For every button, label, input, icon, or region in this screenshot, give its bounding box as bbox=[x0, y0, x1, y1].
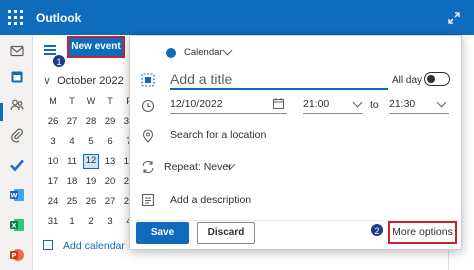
day-cell[interactable]: 19 bbox=[84, 176, 98, 187]
day-cell[interactable]: 1 bbox=[65, 216, 79, 227]
day-cell[interactable]: 13 bbox=[103, 156, 117, 167]
day-cell-selected[interactable]: 12 bbox=[83, 154, 99, 169]
description-icon bbox=[141, 193, 155, 207]
to-label: to bbox=[370, 99, 379, 111]
excel-icon[interactable]: X bbox=[9, 217, 25, 233]
discard-button[interactable]: Discard bbox=[197, 222, 255, 244]
day-cell[interactable]: 28 bbox=[84, 116, 98, 127]
weekday-label: M bbox=[49, 96, 57, 106]
word-icon[interactable]: W bbox=[9, 187, 25, 203]
weekday-label: W bbox=[86, 96, 96, 106]
svg-text:X: X bbox=[11, 222, 16, 230]
add-calendar-label: Add calendar bbox=[63, 240, 125, 252]
day-cell[interactable]: 10 bbox=[46, 156, 60, 167]
day-cell[interactable]: 31 bbox=[46, 216, 60, 227]
day-cell[interactable]: 11 bbox=[65, 156, 79, 167]
day-cell[interactable]: 17 bbox=[46, 176, 60, 187]
collapse-chevron-icon[interactable]: ∨ bbox=[43, 74, 51, 87]
day-cell[interactable]: 29 bbox=[103, 116, 117, 127]
day-cell[interactable]: 27 bbox=[65, 116, 79, 127]
start-time-value: 21:00 bbox=[303, 98, 330, 110]
add-calendar-icon bbox=[43, 240, 53, 250]
start-date-field[interactable]: 12/10/2022 bbox=[170, 95, 287, 114]
clock-icon bbox=[141, 99, 155, 113]
day-cell[interactable]: 18 bbox=[65, 176, 79, 187]
day-cell[interactable]: 24 bbox=[46, 196, 60, 207]
svg-text:W: W bbox=[10, 192, 17, 200]
calendar-selector[interactable]: Calendar bbox=[184, 47, 223, 58]
new-event-dialog: Calendar All day 12/10/2022 21:00 to 21:… bbox=[129, 35, 462, 250]
date-picker-icon[interactable] bbox=[273, 98, 284, 109]
day-cell[interactable]: 20 bbox=[103, 176, 117, 187]
day-cell[interactable]: 3 bbox=[46, 136, 60, 147]
app-rail: W X P bbox=[0, 35, 33, 270]
day-cell[interactable]: 4 bbox=[65, 136, 79, 147]
app-header: Outlook bbox=[0, 0, 474, 35]
calendar-left-pane: New event 1 ∨October 2022 M T W T F 26 2… bbox=[33, 35, 134, 270]
description-input[interactable]: Add a description bbox=[170, 194, 251, 206]
todo-check-icon[interactable] bbox=[9, 157, 25, 173]
powerpoint-icon[interactable]: P bbox=[9, 247, 25, 263]
day-cell[interactable]: 5 bbox=[84, 136, 98, 147]
day-cell[interactable]: 26 bbox=[84, 196, 98, 207]
people-icon[interactable] bbox=[9, 97, 25, 113]
mini-calendar-header: ∨ October 2022 bbox=[43, 74, 124, 87]
all-day-toggle[interactable] bbox=[424, 72, 450, 86]
expand-icon[interactable] bbox=[448, 12, 460, 24]
day-cell[interactable]: 27 bbox=[103, 196, 117, 207]
calendar-color-dot bbox=[166, 48, 176, 58]
location-search-input[interactable]: Search for a location bbox=[170, 129, 266, 141]
location-pin-icon bbox=[142, 129, 154, 143]
add-calendar-link[interactable]: Add calendar bbox=[43, 240, 125, 252]
month-label: October 2022 bbox=[57, 75, 124, 87]
more-options-button[interactable]: More options bbox=[388, 221, 457, 244]
paperclip-icon[interactable] bbox=[9, 127, 25, 143]
calendar-chevron-icon[interactable] bbox=[222, 45, 233, 56]
weekday-label: T bbox=[69, 96, 75, 106]
day-cell[interactable]: 26 bbox=[46, 116, 60, 127]
step-badge-2: 2 bbox=[370, 223, 384, 237]
day-cell[interactable]: 25 bbox=[65, 196, 79, 207]
step-badge-1: 1 bbox=[52, 54, 66, 68]
hamburger-menu-icon[interactable] bbox=[44, 45, 56, 55]
event-title-input[interactable] bbox=[170, 69, 388, 90]
weekday-label: T bbox=[107, 96, 113, 106]
app-title: Outlook bbox=[36, 11, 82, 25]
end-time-value: 21:30 bbox=[389, 98, 416, 110]
repeat-icon bbox=[142, 160, 154, 174]
all-day-label: All day bbox=[392, 75, 423, 86]
save-button[interactable]: Save bbox=[136, 222, 189, 244]
repeat-selector[interactable]: Repeat: Never bbox=[164, 161, 232, 173]
start-date-value: 12/10/2022 bbox=[170, 98, 223, 110]
calendar-icon[interactable] bbox=[9, 69, 25, 85]
mail-icon[interactable] bbox=[9, 43, 25, 59]
day-cell[interactable]: 2 bbox=[84, 216, 98, 227]
repeat-label: Repeat: bbox=[164, 161, 201, 173]
app-launcher-icon[interactable] bbox=[8, 10, 24, 26]
active-indicator bbox=[0, 103, 3, 121]
svg-text:P: P bbox=[12, 252, 17, 260]
new-event-button[interactable]: New event bbox=[67, 36, 125, 58]
day-cell[interactable]: 6 bbox=[103, 136, 117, 147]
event-type-icon[interactable] bbox=[141, 73, 155, 87]
day-cell[interactable]: 3 bbox=[103, 216, 117, 227]
